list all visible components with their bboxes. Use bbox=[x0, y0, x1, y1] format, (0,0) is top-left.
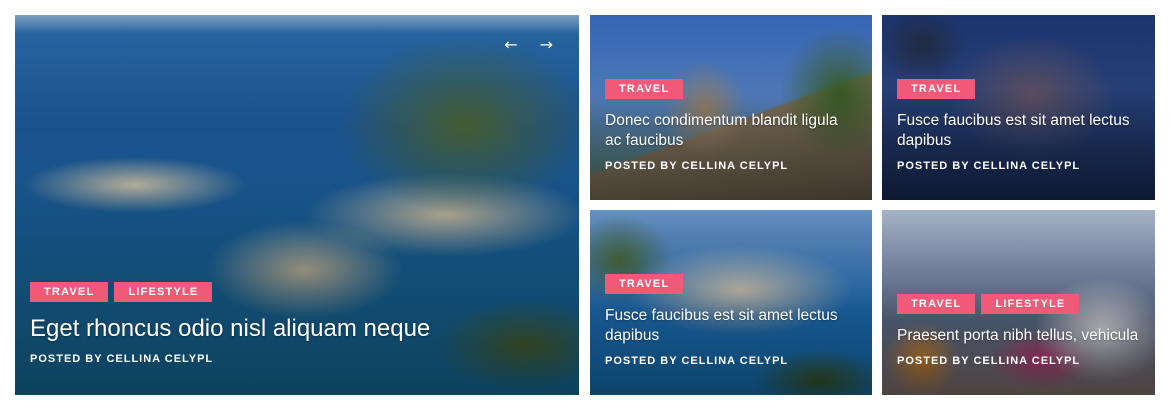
tag-lifestyle[interactable]: LIFESTYLE bbox=[981, 294, 1080, 314]
post-content: TRAVEL Donec condimentum blandit ligula … bbox=[605, 79, 857, 172]
post-title[interactable]: Fusce faucibus est sit amet lectus dapib… bbox=[897, 111, 1140, 151]
post-title[interactable]: Fusce faucibus est sit amet lectus dapib… bbox=[605, 306, 857, 346]
post-content: TRAVEL Fusce faucibus est sit amet lectu… bbox=[897, 79, 1140, 172]
post-tags: TRAVEL bbox=[897, 79, 1140, 99]
post-title[interactable]: Praesent porta nibh tellus, vehicula bbox=[897, 326, 1140, 346]
post-tags: TRAVEL LIFESTYLE bbox=[30, 282, 564, 302]
post-meta: POSTED BY CELLINA CELYPL bbox=[605, 355, 857, 367]
tag-lifestyle[interactable]: LIFESTYLE bbox=[114, 282, 213, 302]
arrow-left-icon[interactable]: ← bbox=[504, 37, 517, 53]
post-card[interactable]: TRAVEL Donec condimentum blandit ligula … bbox=[590, 15, 872, 200]
post-content: TRAVEL LIFESTYLE Eget rhoncus odio nisl … bbox=[30, 282, 564, 365]
posted-by-label: POSTED BY bbox=[605, 160, 682, 172]
featured-post-card[interactable]: ← → TRAVEL LIFESTYLE Eget rhoncus odio n… bbox=[15, 15, 579, 395]
tag-travel[interactable]: TRAVEL bbox=[605, 79, 684, 99]
arrow-right-icon[interactable]: → bbox=[540, 37, 553, 53]
post-content: TRAVEL LIFESTYLE Praesent porta nibh tel… bbox=[897, 294, 1140, 367]
tag-travel[interactable]: TRAVEL bbox=[605, 274, 684, 294]
slider-arrows: ← → bbox=[504, 37, 553, 53]
post-title[interactable]: Eget rhoncus odio nisl aliquam neque bbox=[30, 314, 564, 344]
tag-travel[interactable]: TRAVEL bbox=[897, 294, 976, 314]
posted-by-label: POSTED BY bbox=[605, 355, 682, 367]
author-link[interactable]: CELLINA CELYPL bbox=[681, 160, 788, 172]
post-card[interactable]: TRAVEL Fusce faucibus est sit amet lectu… bbox=[882, 15, 1155, 200]
post-meta: POSTED BY CELLINA CELYPL bbox=[897, 355, 1140, 367]
post-meta: POSTED BY CELLINA CELYPL bbox=[30, 353, 564, 365]
post-card[interactable]: TRAVEL LIFESTYLE Praesent porta nibh tel… bbox=[882, 210, 1155, 395]
author-link[interactable]: CELLINA CELYPL bbox=[106, 353, 213, 365]
author-link[interactable]: CELLINA CELYPL bbox=[973, 160, 1080, 172]
post-tags: TRAVEL bbox=[605, 274, 857, 294]
posted-by-label: POSTED BY bbox=[897, 160, 974, 172]
post-title[interactable]: Donec condimentum blandit ligula ac fauc… bbox=[605, 111, 857, 151]
post-content: TRAVEL Fusce faucibus est sit amet lectu… bbox=[605, 274, 857, 367]
post-tags: TRAVEL LIFESTYLE bbox=[897, 294, 1140, 314]
author-link[interactable]: CELLINA CELYPL bbox=[681, 355, 788, 367]
author-link[interactable]: CELLINA CELYPL bbox=[973, 355, 1080, 367]
tag-travel[interactable]: TRAVEL bbox=[897, 79, 976, 99]
post-meta: POSTED BY CELLINA CELYPL bbox=[605, 160, 857, 172]
tag-travel[interactable]: TRAVEL bbox=[30, 282, 109, 302]
post-card[interactable]: TRAVEL Fusce faucibus est sit amet lectu… bbox=[590, 210, 872, 395]
posted-by-label: POSTED BY bbox=[897, 355, 974, 367]
posted-by-label: POSTED BY bbox=[30, 353, 107, 365]
post-tags: TRAVEL bbox=[605, 79, 857, 99]
post-meta: POSTED BY CELLINA CELYPL bbox=[897, 160, 1140, 172]
